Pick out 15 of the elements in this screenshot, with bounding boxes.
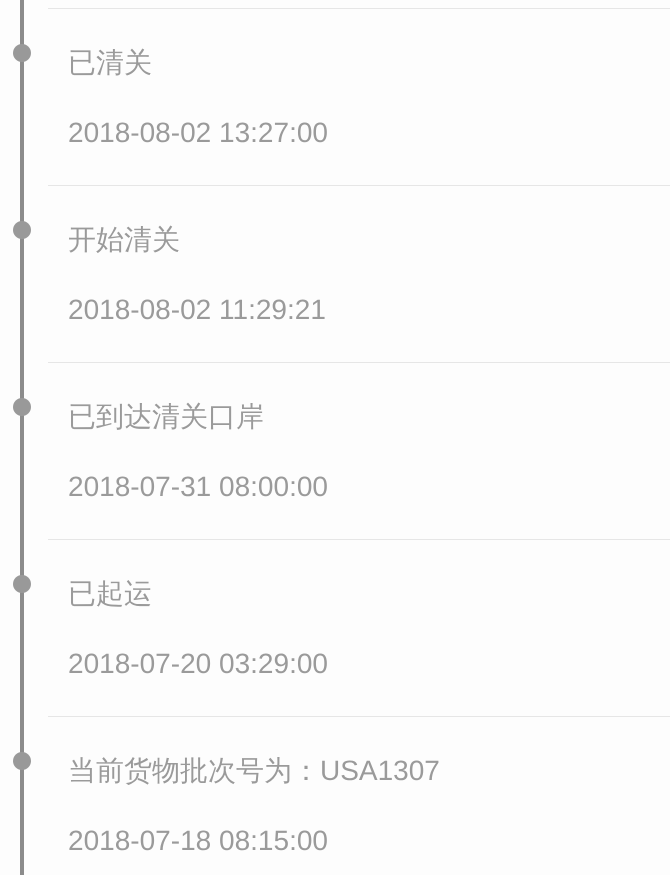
event-status: 当前货物批次号为：USA1307 — [68, 754, 441, 788]
event-time: 2018-08-02 13:27:00 — [68, 116, 329, 150]
event-time: 2018-07-31 08:00:00 — [68, 470, 329, 504]
event-time: 2018-07-18 08:15:00 — [68, 824, 329, 858]
timeline-dot — [13, 752, 31, 770]
event-status: 已起运 — [68, 577, 153, 611]
event-time: 2018-07-20 03:29:00 — [68, 647, 329, 681]
event-status: 已到达清关口岸 — [68, 400, 265, 434]
timeline-dot — [13, 221, 31, 239]
event-time: 2018-08-02 11:29:21 — [68, 293, 327, 327]
timeline-dot — [13, 575, 31, 593]
event-status: 开始清关 — [68, 223, 181, 257]
timeline-dot — [13, 398, 31, 416]
timeline-dot — [13, 44, 31, 62]
event-status: 已清关 — [68, 46, 153, 80]
